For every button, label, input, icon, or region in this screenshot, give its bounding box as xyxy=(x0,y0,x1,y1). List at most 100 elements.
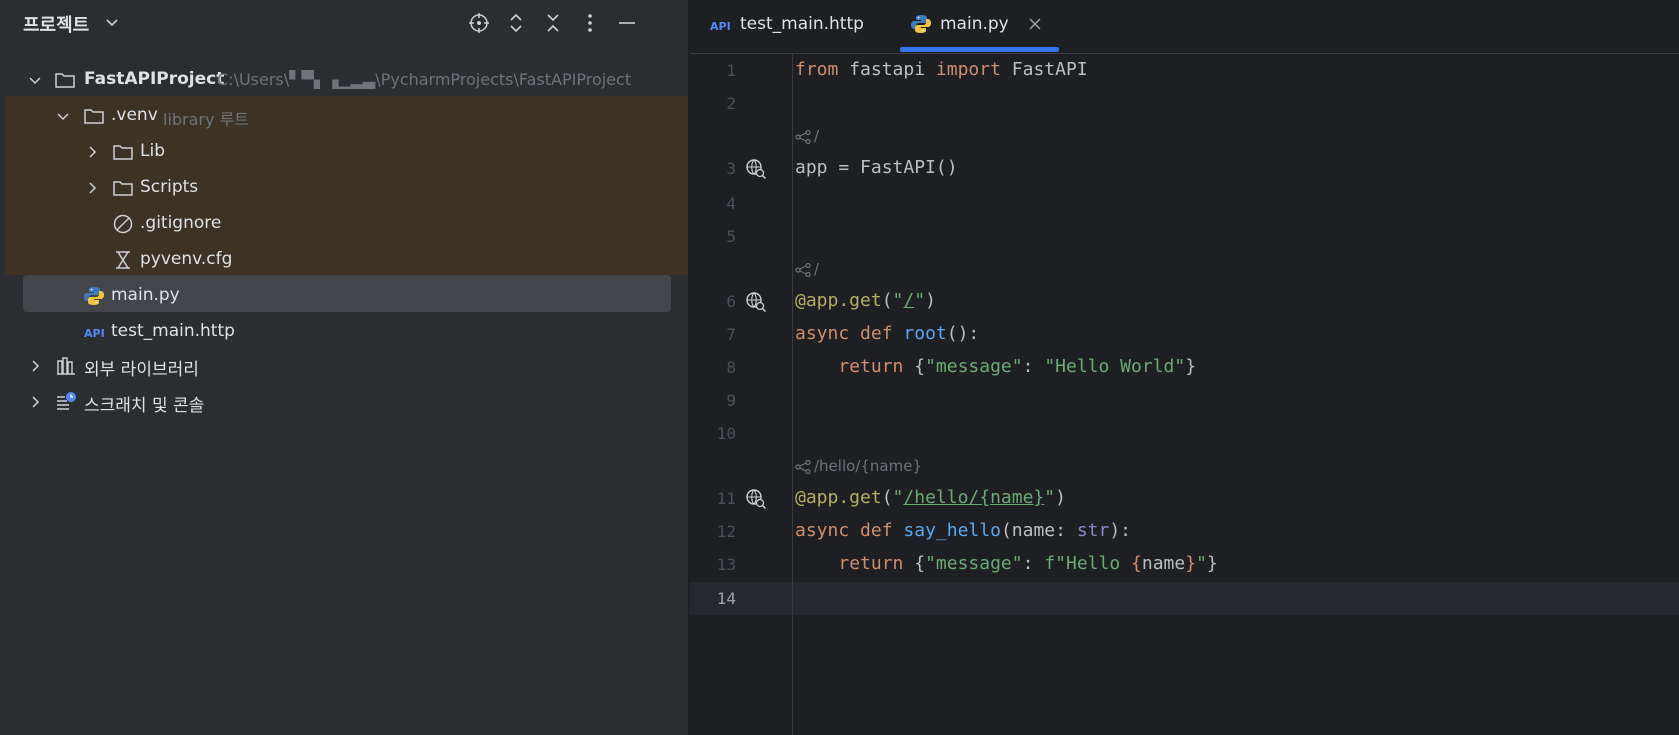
endpoint-label: / xyxy=(814,127,820,145)
chevron-right-icon[interactable] xyxy=(85,181,99,195)
locate-icon[interactable] xyxy=(466,10,492,36)
endpoint-share-icon xyxy=(795,129,811,144)
code-line[interactable]: 3 app = FastAPI() xyxy=(690,152,1679,185)
chevron-right-icon[interactable] xyxy=(85,145,99,159)
endpoint-gutter-icon[interactable] xyxy=(745,488,767,510)
tree-item-label: .venv xyxy=(111,105,158,125)
code-line[interactable]: 7 async def root(): xyxy=(690,318,1679,351)
line-number: 8 xyxy=(726,358,736,377)
line-number: 10 xyxy=(716,424,736,443)
code-line[interactable]: 6 @app.get("/") xyxy=(690,285,1679,318)
code-text: return {"message": f"Hello {name}"} xyxy=(838,553,1218,574)
tree-item-external-libraries[interactable]: 외부 라이브러리 xyxy=(0,348,688,384)
code-line[interactable]: 12 async def say_hello(name: str): xyxy=(690,515,1679,548)
code-line[interactable]: 10 xyxy=(690,417,1679,450)
tree-item-label: 스크래치 및 콘솔 xyxy=(84,396,205,416)
line-number: 12 xyxy=(716,522,736,541)
chevron-right-icon[interactable] xyxy=(28,359,42,373)
code-text: @app.get("/") xyxy=(795,290,936,311)
expand-all-icon[interactable] xyxy=(503,10,529,36)
code-line[interactable]: 9 xyxy=(690,384,1679,417)
library-icon xyxy=(57,357,75,375)
line-number: 13 xyxy=(716,555,736,574)
editor-tab-bar: API test_main.http main.py xyxy=(690,0,1679,54)
tree-item-test-http[interactable]: API test_main.http xyxy=(0,314,688,350)
python-icon xyxy=(84,287,104,305)
code-line[interactable]: 4 xyxy=(690,187,1679,220)
project-name: FastAPIProject xyxy=(84,69,225,89)
close-icon[interactable] xyxy=(1028,17,1042,31)
code-text: @app.get("/hello/{name}") xyxy=(795,487,1066,508)
chevron-down-icon[interactable] xyxy=(56,109,70,123)
code-line[interactable]: 8 return {"message": "Hello World"} xyxy=(690,351,1679,384)
line-number: 1 xyxy=(726,61,736,80)
code-text: app = FastAPI() xyxy=(795,157,958,178)
chevron-down-icon[interactable] xyxy=(104,14,120,30)
code-line[interactable]: 11 @app.get("/hello/{name}") xyxy=(690,482,1679,515)
endpoint-inlay[interactable]: / xyxy=(690,253,1679,281)
endpoint-label: /hello/{name} xyxy=(814,457,922,475)
tree-item-main-py[interactable]: main.py xyxy=(0,278,688,314)
tree-item-label: test_main.http xyxy=(111,321,235,341)
code-text: async def say_hello(name: str): xyxy=(795,520,1132,541)
line-number: 11 xyxy=(716,489,736,508)
tree-item-label: pyvenv.cfg xyxy=(140,249,233,269)
code-line-current[interactable]: 14 xyxy=(690,582,1679,615)
config-file-icon xyxy=(116,251,130,269)
endpoint-inlay[interactable]: /hello/{name} xyxy=(690,450,1679,478)
line-number: 2 xyxy=(726,94,736,113)
code-text: async def root(): xyxy=(795,323,980,344)
tree-item-scripts[interactable]: Scripts xyxy=(0,170,688,206)
python-icon xyxy=(911,15,931,33)
chevron-down-icon[interactable] xyxy=(28,73,42,87)
endpoint-gutter-icon[interactable] xyxy=(745,158,767,180)
scratches-icon xyxy=(57,392,76,410)
project-path: C:\Users\▘▀▖▗▁▂▃\PycharmProjects\FastAPI… xyxy=(217,70,632,89)
folder-icon xyxy=(55,73,75,88)
more-options-icon[interactable] xyxy=(577,10,603,36)
svg-text:API: API xyxy=(84,327,105,340)
tree-item-lib[interactable]: Lib xyxy=(0,134,688,170)
line-number: 3 xyxy=(726,159,736,178)
code-text: return {"message": "Hello World"} xyxy=(838,356,1197,377)
project-panel-header: 프로젝트 xyxy=(0,0,688,48)
endpoint-share-icon xyxy=(795,459,811,474)
tab-label: main.py xyxy=(940,14,1009,34)
endpoint-label: / xyxy=(814,260,820,278)
endpoint-gutter-icon[interactable] xyxy=(745,291,767,313)
code-line[interactable]: 5 xyxy=(690,220,1679,253)
api-icon: API xyxy=(84,327,105,340)
tree-item-pyvenv[interactable]: pyvenv.cfg xyxy=(0,242,688,278)
code-text: from fastapi import FastAPI xyxy=(795,59,1088,80)
code-line[interactable]: 1 from fastapi import FastAPI xyxy=(690,54,1679,87)
code-line[interactable]: 13 return {"message": f"Hello {name}"} xyxy=(690,548,1679,581)
tab-main-py[interactable]: main.py xyxy=(900,0,1070,53)
collapse-all-icon[interactable] xyxy=(540,10,566,36)
line-number: 6 xyxy=(726,292,736,311)
line-number: 14 xyxy=(716,589,736,608)
project-panel-title[interactable]: 프로젝트 xyxy=(23,11,89,37)
tree-item-label: Scripts xyxy=(140,177,199,197)
line-number: 9 xyxy=(726,391,736,410)
tree-item-gitignore[interactable]: .gitignore xyxy=(0,206,688,242)
line-number: 5 xyxy=(726,227,736,246)
tree-item-scratches[interactable]: 스크래치 및 콘솔 xyxy=(0,384,688,420)
line-number: 7 xyxy=(726,325,736,344)
line-number: 4 xyxy=(726,194,736,213)
tab-test-main-http[interactable]: API test_main.http xyxy=(690,0,864,53)
tree-item-project-root[interactable]: FastAPIProject C:\Users\▘▀▖▗▁▂▃\PycharmP… xyxy=(0,62,688,98)
folder-icon xyxy=(113,145,133,160)
tab-label: test_main.http xyxy=(740,14,864,34)
svg-text:API: API xyxy=(710,20,731,33)
endpoint-inlay[interactable]: / xyxy=(690,120,1679,148)
tree-item-label: Lib xyxy=(140,141,165,161)
tree-item-label: 외부 라이브러리 xyxy=(84,360,199,380)
minimize-icon[interactable] xyxy=(614,10,640,36)
endpoint-share-icon xyxy=(795,262,811,277)
tree-item-label: main.py xyxy=(111,285,180,305)
folder-icon xyxy=(84,109,104,124)
code-line[interactable]: 2 xyxy=(690,87,1679,120)
project-panel: 프로젝트 FastAPIProject C:\Users\▘▀▖▗▁▂▃\Pyc… xyxy=(0,0,688,735)
tree-item-venv[interactable]: .venv library 루트 xyxy=(0,98,688,134)
chevron-right-icon[interactable] xyxy=(28,395,42,409)
